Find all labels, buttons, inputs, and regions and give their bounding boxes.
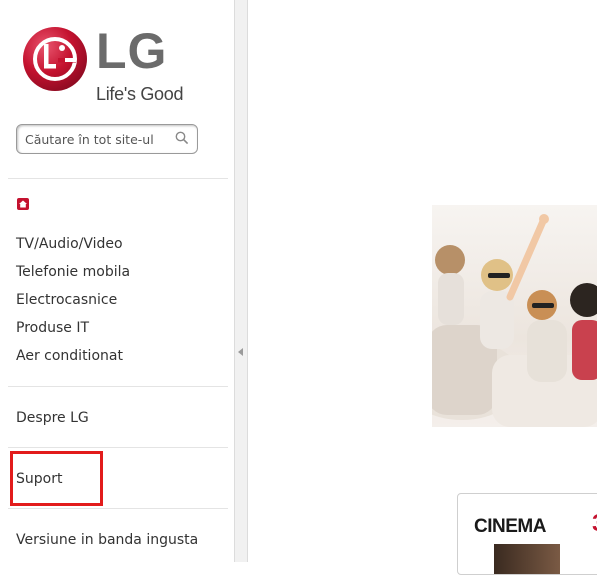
nav-item-versiune-banda-ingusta[interactable]: Versiune in banda ingusta (16, 532, 198, 548)
lg-face-logo-icon (23, 27, 87, 91)
slogan: Life's Good (96, 84, 184, 104)
sidebar: LG Life's Good TV/Audio/Video Telefonie … (0, 0, 234, 562)
search-icon[interactable] (175, 131, 189, 145)
collapse-arrow-icon[interactable] (238, 348, 243, 356)
divider (8, 386, 228, 387)
nav-item-telefonie-mobila[interactable]: Telefonie mobila (16, 264, 130, 280)
lg-logo[interactable]: LG Life's Good (22, 23, 202, 108)
nav-item-electrocasnice[interactable]: Electrocasnice (16, 292, 117, 308)
nav-item-aer-conditionat[interactable]: Aer conditionat (16, 348, 123, 364)
family-watching-3d-icon (432, 214, 597, 427)
cinema-3d-suffix: 3 (592, 510, 597, 538)
sidebar-collapse-rail[interactable] (234, 0, 248, 562)
lg-wordmark: LG (96, 23, 168, 79)
support-highlight-box (10, 451, 103, 506)
search-box (16, 124, 198, 154)
nav-item-despre-lg[interactable]: Despre LG (16, 410, 89, 426)
home-icon[interactable] (17, 198, 29, 210)
cinema-3d-promo[interactable]: CINEMA 3 (457, 493, 597, 575)
divider (8, 508, 228, 509)
hero-banner-image[interactable] (432, 205, 597, 427)
search-input[interactable] (25, 130, 165, 148)
divider (8, 178, 228, 179)
nav-item-produse-it[interactable]: Produse IT (16, 320, 89, 336)
tv-product-image (494, 544, 560, 574)
divider (8, 447, 228, 448)
cinema-logo-text: CINEMA (474, 516, 546, 537)
nav-item-tv-audio-video[interactable]: TV/Audio/Video (16, 236, 123, 252)
